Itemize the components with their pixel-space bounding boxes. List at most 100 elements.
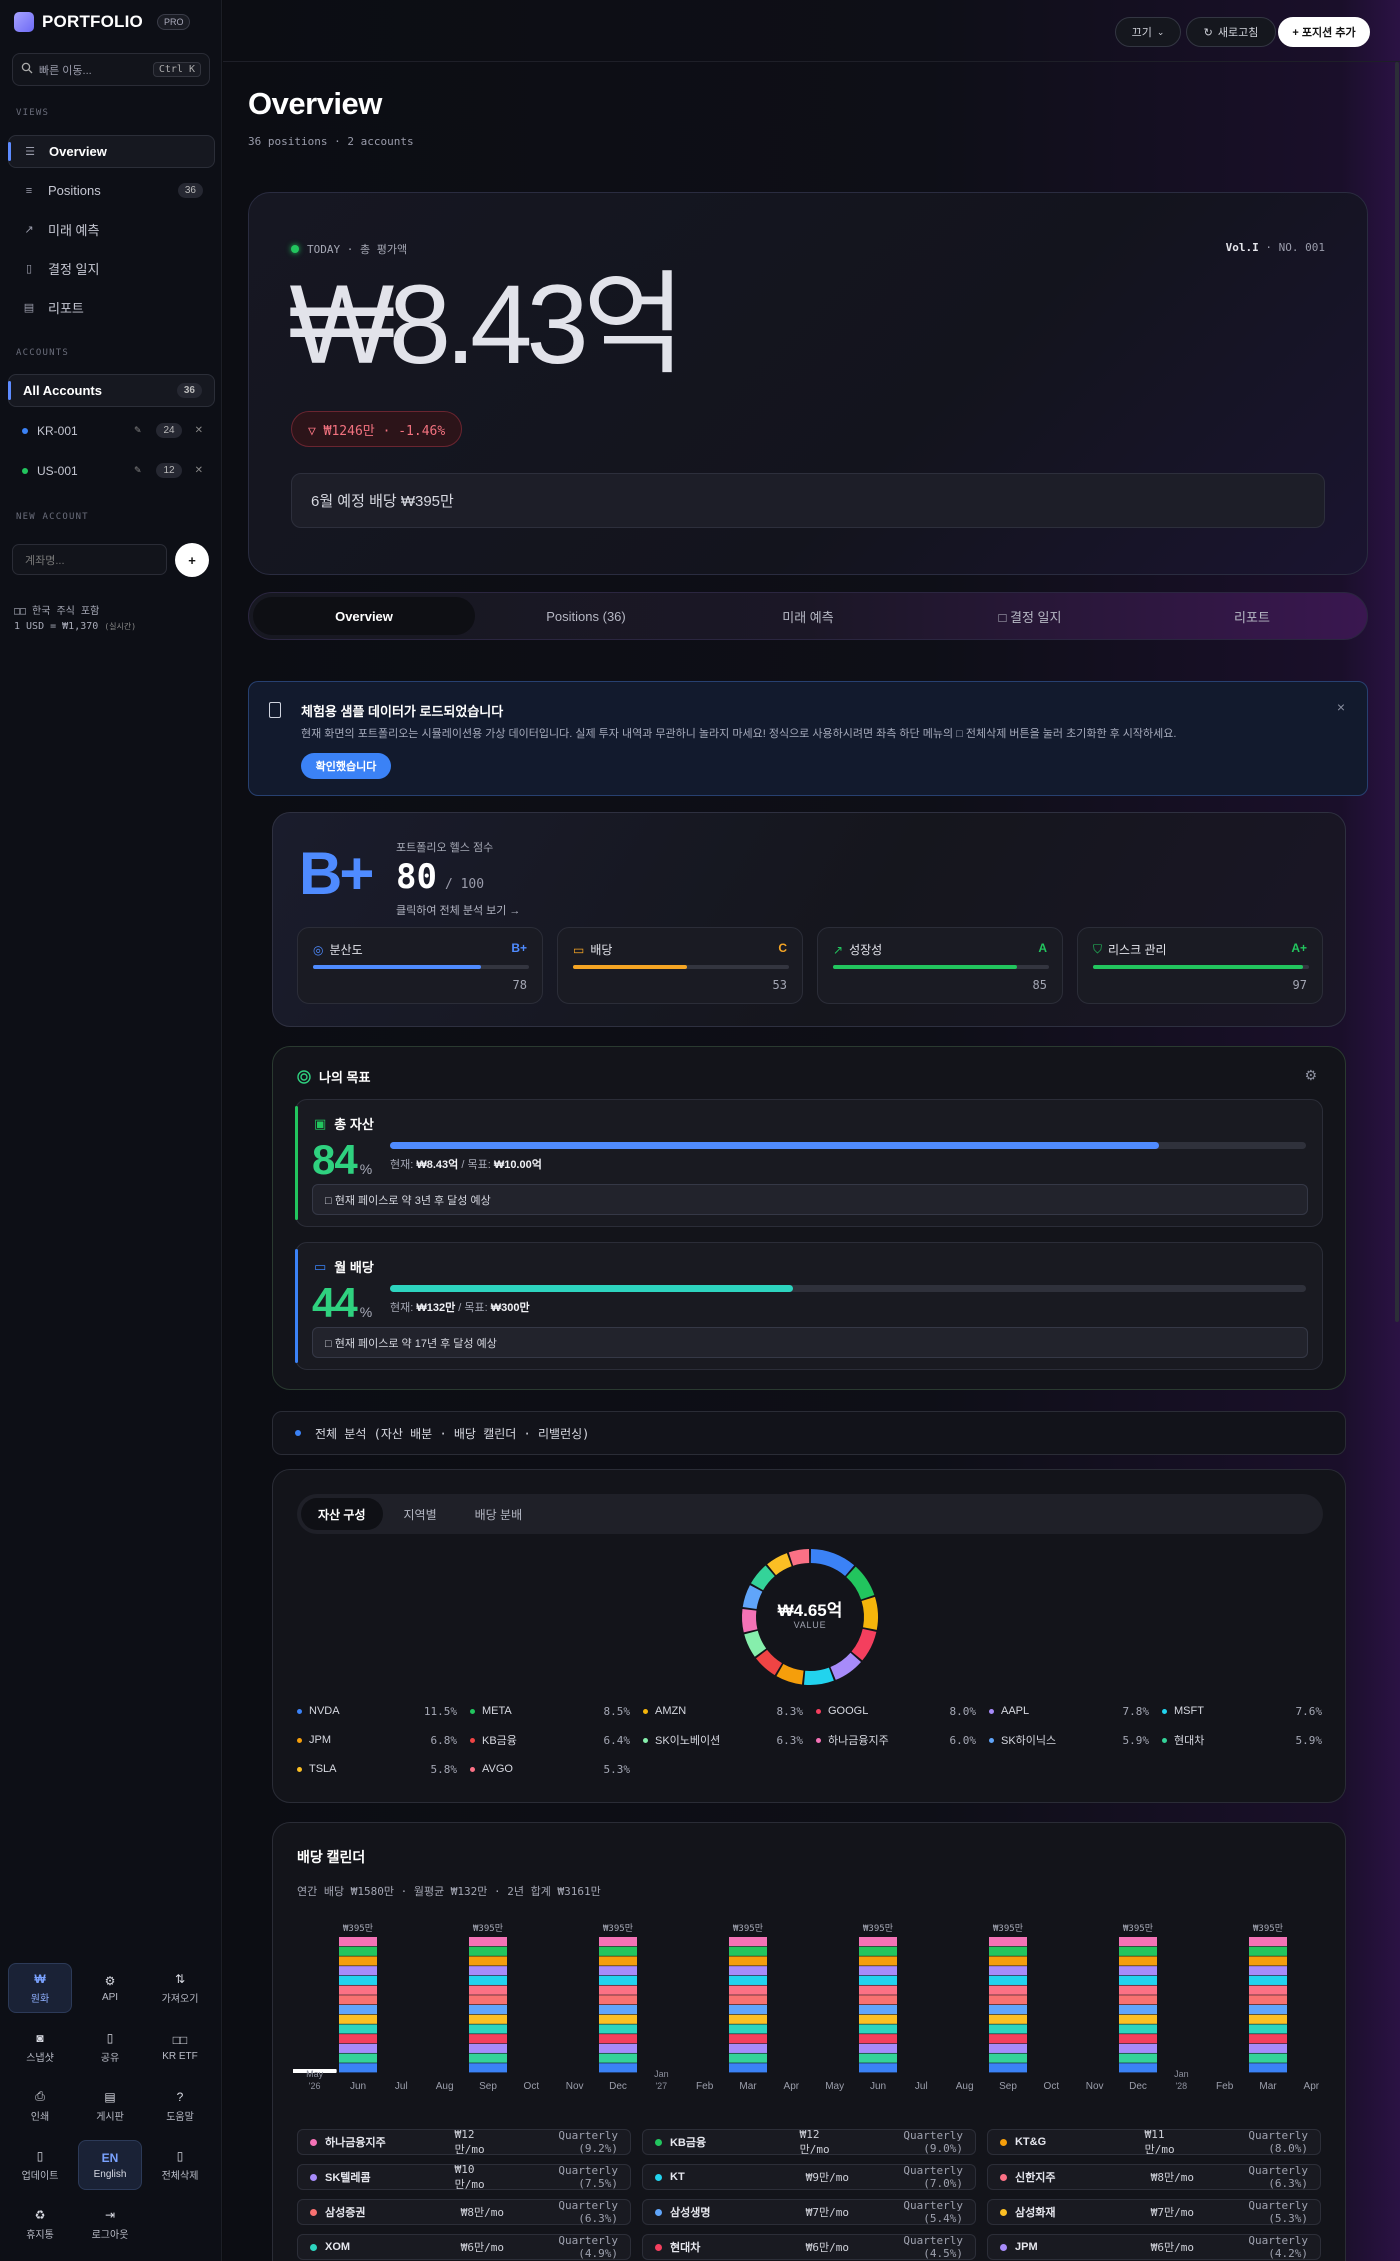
update-button[interactable]: ▯ 업데이트 [8,2140,72,2190]
tab-dividend-split[interactable]: 배당 분배 [458,1498,540,1530]
bar-segment [729,1946,767,1956]
brand[interactable]: PORTFOLIO PRO [14,10,191,34]
metric-card[interactable]: ◎ 분산도 B+ 78 [297,927,543,1004]
delete-icon[interactable]: ✕ [195,465,203,476]
legend-item[interactable]: AMZN 8.3% [643,1702,803,1720]
legend-item[interactable]: SK하이닉스 5.9% [989,1731,1149,1749]
payer-item[interactable]: SK텔레콤 ₩10만/mo Quarterly (7.5%) [297,2163,631,2191]
legend-item[interactable]: MSFT 7.6% [1162,1702,1322,1720]
help-button[interactable]: ? 도움말 [148,2081,212,2131]
metric-bar-fill [1093,965,1303,969]
payer-dot [310,2173,317,2181]
auto-refresh-select[interactable]: 끄기 ⌄ [1115,17,1181,47]
account-us-001[interactable]: US-001 ✎ 12 ✕ [8,454,215,487]
x-tick-label: Aug [956,2081,974,2092]
legend-item[interactable]: AAPL 7.8% [989,1702,1149,1720]
delete-all-button[interactable]: ▯ 전체삭제 [148,2140,212,2190]
metric-card[interactable]: ⛉ 리스크 관리 A+ 97 [1077,927,1323,1004]
refresh-button[interactable]: ↻ 새로고침 [1186,17,1276,47]
payer-name: 삼성생명 [670,2207,711,2219]
payer-item[interactable]: XOM ₩6만/mo Quarterly (4.9%) [297,2234,631,2260]
bar-segment [859,2005,897,2015]
recycle-button[interactable]: ♻ 휴지통 [8,2199,72,2249]
gear-icon[interactable]: ⚙ [1304,1067,1317,1084]
currency-button[interactable]: ₩ 원화 [8,1963,72,2013]
nav-report[interactable]: ▤ 리포트 [8,291,215,324]
kr-etf-button[interactable]: □□ KR ETF [148,2022,212,2072]
api-button[interactable]: ⚙ API [78,1963,142,2013]
pro-badge: PRO [156,14,191,30]
analysis-link[interactable]: 클릭하여 전체 분석 보기 → [396,902,520,918]
print-button[interactable]: ⎙ 인쇄 [8,2081,72,2131]
metric-card[interactable]: ▭ 배당 C 53 [557,927,803,1004]
payer-item[interactable]: KT&G ₩11만/mo Quarterly (8.0%) [987,2128,1321,2156]
edit-icon[interactable]: ✎ [134,425,142,436]
bar-segment [1249,1975,1287,1985]
bar-segment [1249,1937,1287,1947]
tab-region[interactable]: 지역별 [387,1498,454,1530]
edit-icon[interactable]: ✎ [134,465,142,476]
share-button[interactable]: ▯ 공유 [78,2022,142,2072]
add-position-button[interactable]: + 포지션 추가 [1278,17,1370,47]
legend-item[interactable]: KB금융 6.4% [470,1731,630,1749]
bar-segment [1249,2014,1287,2024]
payer-item[interactable]: 신한지주 ₩8만/mo Quarterly (6.3%) [987,2164,1321,2190]
confirm-button[interactable]: 확인했습니다 [301,753,391,779]
x-tick-label: '28 [1175,2081,1187,2091]
full-analysis-toggle[interactable]: 전체 분석 (자산 배분 · 배당 캘린더 · 리밸런싱) [272,1411,1346,1455]
nav-journal[interactable]: ▯ 결정 일지 [8,252,215,285]
payer-item[interactable]: 삼성화재 ₩7만/mo Quarterly (5.3%) [987,2199,1321,2225]
nav-overview[interactable]: ☰ Overview [8,135,215,168]
payer-item[interactable]: JPM ₩6만/mo Quarterly (4.2%) [987,2234,1321,2260]
logout-button[interactable]: ⇥ 로그아웃 [78,2199,142,2249]
legend-item[interactable]: 현대차 5.9% [1162,1731,1322,1749]
payer-item[interactable]: 현대차 ₩6만/mo Quarterly (4.5%) [642,2234,976,2260]
tab-journal[interactable]: □ 결정 일지 [919,597,1141,635]
all-accounts[interactable]: All Accounts 36 [8,374,215,407]
legend-item[interactable]: SK이노베이션 6.3% [643,1731,803,1749]
new-account-input[interactable]: 계좌명... [12,544,167,575]
metric-card[interactable]: ↗ 성장성 A 85 [817,927,1063,1004]
bar-segment [1249,2063,1287,2073]
scrollbar[interactable] [1395,62,1399,1322]
payer-item[interactable]: 삼성증권 ₩8만/mo Quarterly (6.3%) [297,2199,631,2225]
language-button[interactable]: EN English [78,2140,142,2190]
delete-icon[interactable]: ✕ [195,425,203,436]
board-button[interactable]: ▤ 게시판 [78,2081,142,2131]
legend-item[interactable]: META 8.5% [470,1702,630,1720]
legend-item[interactable]: 하나금융지주 6.0% [816,1731,976,1749]
payer-item[interactable]: 삼성생명 ₩7만/mo Quarterly (5.4%) [642,2199,976,2225]
x-tick-label: Nov [566,2081,584,2092]
snapshot-button[interactable]: ◙ 스냅샷 [8,2022,72,2072]
nav-forecast[interactable]: ↗ 미래 예측 [8,213,215,246]
x-tick-label: Dec [609,2081,627,2092]
legend-item[interactable]: GOOGL 8.0% [816,1702,976,1720]
payer-item[interactable]: 하나금융지주 ₩12만/mo Quarterly (9.2%) [297,2128,631,2156]
target-value: ₩300만 [490,1302,530,1314]
bar-segment [1119,1956,1157,1966]
tab-composition[interactable]: 자산 구성 [301,1498,383,1530]
import-button[interactable]: ⇅ 가져오기 [148,1963,212,2013]
legend-item[interactable]: NVDA 11.5% [297,1702,457,1720]
dividend-calendar-card: 배당 캘린더 연간 배당 ₩1580만 · 월평균 ₩132만 · 2년 합계 … [272,1822,1346,2261]
tab-forecast[interactable]: 미래 예측 [697,597,919,635]
account-kr-001[interactable]: KR-001 ✎ 24 ✕ [8,414,215,447]
add-account-button[interactable]: + [175,543,209,577]
legend-dot [643,1708,648,1714]
tab-positions[interactable]: Positions (36) [475,597,697,635]
close-icon[interactable]: × [1337,699,1345,715]
health-score-card[interactable]: B+ 포트폴리오 헬스 점수 80 / 100 클릭하여 전체 분석 보기 → ◎… [272,812,1346,1027]
tab-report[interactable]: 리포트 [1141,597,1363,635]
payer-item[interactable]: KT ₩9만/mo Quarterly (7.0%) [642,2164,976,2190]
metric-bar [1093,965,1309,969]
account-count: 12 [156,463,182,478]
gear-icon: ⚙ [104,1973,116,1988]
legend-item[interactable]: JPM 6.8% [297,1731,457,1749]
tab-overview[interactable]: Overview [253,597,475,635]
nav-positions[interactable]: ≡ Positions 36 [8,174,215,207]
bar-data-label: ₩395만 [1123,1923,1153,1934]
legend-item[interactable]: AVGO 5.3% [470,1760,630,1778]
payer-item[interactable]: KB금융 ₩12만/mo Quarterly (9.0%) [642,2128,976,2156]
legend-item[interactable]: TSLA 5.8% [297,1760,457,1778]
quick-search[interactable]: 빠른 이동... Ctrl K [12,53,210,86]
